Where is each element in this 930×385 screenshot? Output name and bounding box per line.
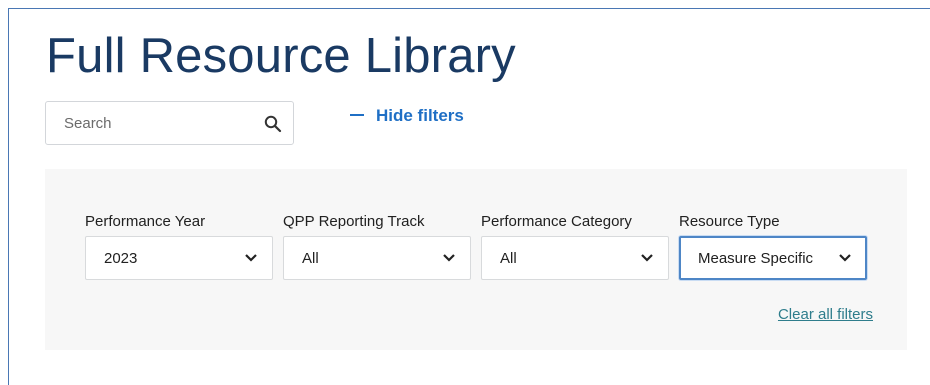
resource-type-select[interactable]: Measure Specific [679, 236, 867, 280]
chevron-down-icon [839, 254, 851, 262]
qpp-reporting-track-select[interactable]: All [283, 236, 471, 280]
filter-label: Resource Type [679, 213, 780, 230]
clear-all-filters-link[interactable]: Clear all filters [778, 306, 873, 323]
search-input[interactable] [47, 103, 264, 143]
filter-label: Performance Year [85, 213, 206, 230]
performance-category-select[interactable]: All [481, 236, 669, 280]
hide-filters-toggle[interactable]: Hide filters [350, 106, 464, 126]
hide-filters-label: Hide filters [376, 106, 464, 125]
chevron-down-icon [245, 254, 257, 262]
select-value: All [302, 250, 319, 267]
search-box[interactable] [45, 101, 294, 145]
chevron-down-icon [443, 254, 455, 262]
select-value: All [500, 250, 517, 267]
minus-icon [350, 113, 364, 116]
filters-panel: Performance Year 2023 QPP Reporting Trac… [45, 169, 907, 350]
select-value: 2023 [104, 250, 138, 267]
filter-qpp-reporting-track: QPP Reporting Track All [283, 213, 471, 280]
filter-performance-year: Performance Year 2023 [85, 213, 273, 280]
chevron-down-icon [641, 254, 653, 262]
filter-label: QPP Reporting Track [283, 213, 425, 230]
filter-performance-category: Performance Category All [481, 213, 669, 280]
search-icon[interactable] [264, 115, 282, 133]
filter-label: Performance Category [481, 213, 632, 230]
performance-year-select[interactable]: 2023 [85, 236, 273, 280]
page-title: Full Resource Library [46, 29, 516, 83]
filter-resource-type: Resource Type Measure Specific [679, 213, 867, 280]
select-value: Measure Specific [698, 250, 814, 267]
